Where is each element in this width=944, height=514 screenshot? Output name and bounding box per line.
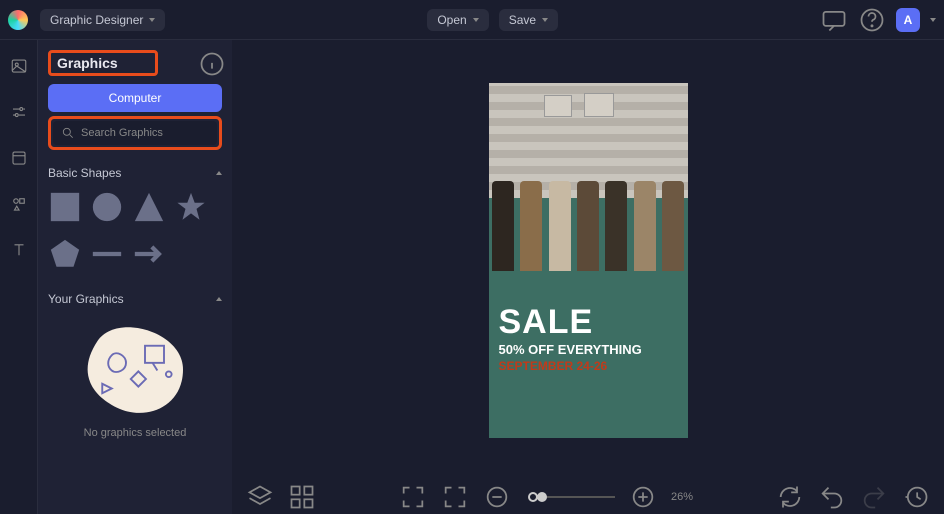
fullscreen-button[interactable] [399,483,427,511]
open-label: Open [437,13,466,27]
history-button[interactable] [902,483,930,511]
basic-shapes-header[interactable]: Basic Shapes [48,166,222,180]
text-icon [10,241,28,259]
shapes-icon [10,195,28,213]
computer-button[interactable]: Computer [48,84,222,112]
empty-illustration [78,322,193,417]
shape-square[interactable] [48,190,82,229]
topbar: Graphic Designer Open Save A [0,0,944,40]
save-menu[interactable]: Save [499,9,558,31]
undo-button[interactable] [818,483,846,511]
chevron-down-icon [473,18,479,22]
chevron-up-icon [216,297,222,301]
sidebar: Graphics Computer Search Graphics Basic … [38,40,232,514]
artboard-subhead[interactable]: 50% OFF EVERYTHING [499,342,642,357]
comments-button[interactable] [820,6,848,34]
zoom-in-icon [629,483,657,511]
zoom-out-icon [483,483,511,511]
bottom-bar: 26% [232,480,944,514]
your-graphics-header[interactable]: Your Graphics [48,292,222,306]
grid-icon [288,483,316,511]
artboard-garments [489,163,688,283]
layers-icon [246,483,274,511]
artboard-dates[interactable]: SEPTEMBER 24-26 [499,359,642,373]
redo-button[interactable] [860,483,888,511]
info-icon [198,50,226,78]
role-dropdown[interactable]: Graphic Designer [40,9,165,31]
help-icon [858,6,886,34]
sidebar-title-highlight: Graphics [48,50,158,76]
empty-graphics-state: No graphics selected [48,322,222,439]
search-highlight: Search Graphics [48,116,222,150]
shape-line[interactable] [90,237,124,276]
fit-icon [441,483,469,511]
tool-rail [0,40,38,514]
role-label: Graphic Designer [50,13,143,27]
undo-icon [818,483,846,511]
refresh-button[interactable] [776,483,804,511]
empty-text: No graphics selected [84,427,187,439]
chat-icon [820,6,848,34]
fit-button[interactable] [441,483,469,511]
chevron-down-icon [542,18,548,22]
help-button[interactable] [858,6,886,34]
app-logo[interactable] [8,10,28,30]
sidebar-title: Graphics [57,55,118,71]
refresh-icon [776,483,804,511]
chevron-up-icon [216,171,222,175]
chevron-down-icon [149,18,155,22]
shape-triangle[interactable] [132,190,166,229]
sliders-icon [10,103,28,121]
info-button[interactable] [198,50,226,78]
history-icon [902,483,930,511]
template-icon [10,149,28,167]
shape-circle[interactable] [90,190,124,229]
zoom-percent: 26% [671,491,693,503]
search-placeholder: Search Graphics [81,127,163,139]
layers-button[interactable] [246,483,274,511]
zoom-in-button[interactable] [629,483,657,511]
shape-star[interactable] [174,190,208,229]
open-menu[interactable]: Open [427,9,488,31]
artboard-headline[interactable]: SALE [499,303,642,342]
zoom-out-button[interactable] [483,483,511,511]
rail-text-tool[interactable] [5,236,33,264]
rail-adjust-tool[interactable] [5,98,33,126]
rail-template-tool[interactable] [5,144,33,172]
shape-arrow[interactable] [132,237,166,276]
rail-shapes-tool[interactable] [5,190,33,218]
canvas-area: SALE 50% OFF EVERYTHING SEPTEMBER 24-26 … [232,40,944,514]
artboard[interactable]: SALE 50% OFF EVERYTHING SEPTEMBER 24-26 [489,83,688,438]
shape-pentagon[interactable] [48,237,82,276]
search-icon [61,126,75,140]
grid-button[interactable] [288,483,316,511]
redo-icon [860,483,888,511]
fullscreen-icon [399,483,427,511]
save-label: Save [509,13,536,27]
canvas-viewport[interactable]: SALE 50% OFF EVERYTHING SEPTEMBER 24-26 [232,40,944,480]
avatar-letter: A [904,13,913,27]
avatar[interactable]: A [896,8,920,32]
image-icon [10,57,28,75]
chevron-down-icon[interactable] [930,18,936,22]
computer-label: Computer [109,91,162,105]
rail-image-tool[interactable] [5,52,33,80]
your-graphics-label: Your Graphics [48,292,124,306]
basic-shapes-label: Basic Shapes [48,166,121,180]
search-input[interactable]: Search Graphics [53,121,217,145]
shapes-grid [48,190,222,276]
zoom-slider[interactable] [525,489,615,505]
